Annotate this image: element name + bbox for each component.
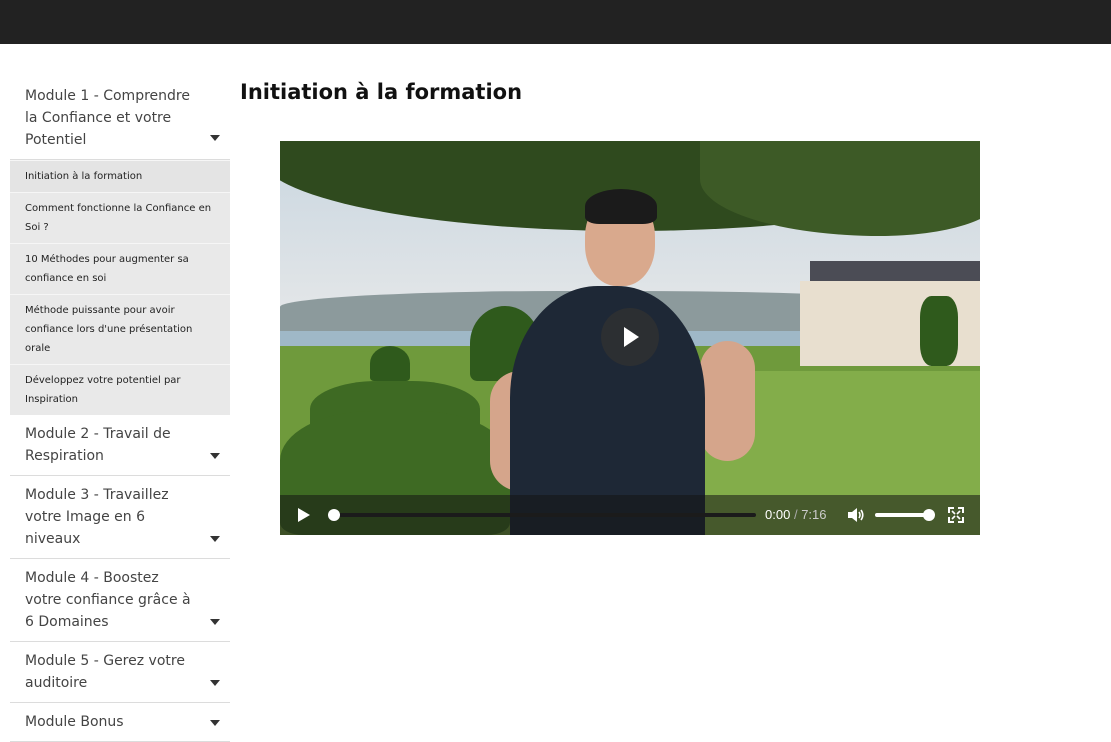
video-player[interactable]: 0:00 / 7:16 bbox=[280, 141, 980, 535]
sidebar-module-3[interactable]: Module 3 - Travaillez votre Image en 6 n… bbox=[10, 476, 230, 559]
volume-icon[interactable] bbox=[847, 507, 865, 523]
sidebar-module-label: Module 3 - Travaillez votre Image en 6 n… bbox=[25, 487, 169, 547]
volume-handle[interactable] bbox=[923, 509, 935, 521]
lesson-label: Initiation à la formation bbox=[25, 171, 143, 182]
chevron-down-icon bbox=[210, 680, 220, 686]
sidebar-module-label: Module 2 - Travail de Respiration bbox=[25, 426, 171, 464]
lesson-label: 10 Méthodes pour augmenter sa confiance … bbox=[25, 254, 189, 284]
course-sidebar: Module 1 - Comprendre la Confiance et vo… bbox=[10, 77, 230, 742]
sidebar-module-2[interactable]: Module 2 - Travail de Respiration bbox=[10, 415, 230, 476]
progress-handle[interactable] bbox=[328, 509, 340, 521]
sidebar-module-4[interactable]: Module 4 - Boostez votre confiance grâce… bbox=[10, 559, 230, 642]
time-separator: / bbox=[793, 507, 798, 522]
play-icon[interactable] bbox=[298, 508, 310, 522]
duration: 7:16 bbox=[801, 507, 827, 522]
page-title: Initiation à la formation bbox=[240, 80, 523, 104]
chevron-down-icon bbox=[210, 619, 220, 625]
top-navbar bbox=[0, 0, 1111, 44]
lesson-label: Développez votre potentiel par Inspirati… bbox=[25, 375, 181, 405]
sidebar-module-label: Module 5 - Gerez votre auditoire bbox=[25, 653, 185, 691]
lesson-item-potentiel-inspiration[interactable]: Développez votre potentiel par Inspirati… bbox=[10, 364, 230, 415]
progress-bar[interactable] bbox=[332, 513, 756, 517]
current-time: 0:00 bbox=[765, 507, 791, 522]
lesson-item-presentation-orale[interactable]: Méthode puissante pour avoir confiance l… bbox=[10, 294, 230, 364]
big-play-icon[interactable] bbox=[601, 308, 659, 366]
time-display: 0:00 / 7:16 bbox=[765, 507, 827, 522]
fullscreen-icon[interactable] bbox=[948, 507, 964, 523]
sidebar-module-bonus[interactable]: Module Bonus bbox=[10, 703, 230, 742]
lesson-item-10-methodes[interactable]: 10 Méthodes pour augmenter sa confiance … bbox=[10, 243, 230, 294]
chevron-down-icon bbox=[210, 536, 220, 542]
sidebar-module-label: Module 4 - Boostez votre confiance grâce… bbox=[25, 570, 191, 630]
lesson-item-initiation[interactable]: Initiation à la formation bbox=[10, 160, 230, 192]
sidebar-module-label: Module 1 - Comprendre la Confiance et vo… bbox=[25, 88, 190, 148]
lesson-label: Méthode puissante pour avoir confiance l… bbox=[25, 305, 193, 354]
module-1-lessons: Initiation à la formation Comment foncti… bbox=[10, 160, 230, 415]
sidebar-module-label: Module Bonus bbox=[25, 714, 124, 730]
lesson-label: Comment fonctionne la Confiance en Soi ? bbox=[25, 203, 212, 233]
chevron-down-icon bbox=[210, 453, 220, 459]
sidebar-module-1[interactable]: Module 1 - Comprendre la Confiance et vo… bbox=[10, 77, 230, 160]
chevron-down-icon bbox=[210, 135, 220, 141]
chevron-down-icon bbox=[210, 720, 220, 726]
lesson-item-fonctionnement-confiance[interactable]: Comment fonctionne la Confiance en Soi ? bbox=[10, 192, 230, 243]
video-controls: 0:00 / 7:16 bbox=[280, 495, 980, 535]
sidebar-module-5[interactable]: Module 5 - Gerez votre auditoire bbox=[10, 642, 230, 703]
